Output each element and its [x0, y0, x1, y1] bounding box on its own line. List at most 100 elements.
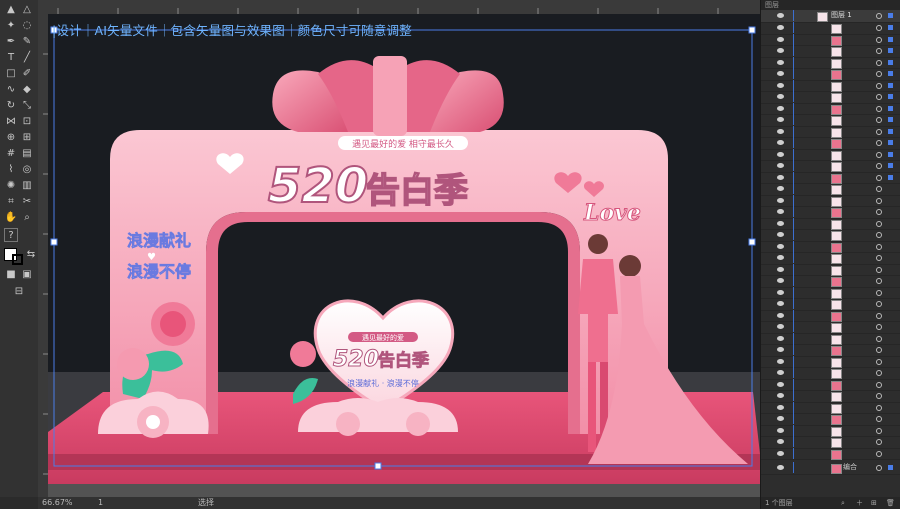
target-icon[interactable] — [876, 82, 882, 89]
target-icon[interactable] — [876, 427, 882, 434]
magic-wand-icon[interactable]: ✦ — [4, 19, 18, 33]
perspective-grid-icon[interactable]: ⊞ — [20, 131, 34, 145]
visibility-eye-icon[interactable] — [777, 358, 784, 364]
zoom-tool-icon[interactable]: ⌕ — [20, 211, 34, 225]
visibility-eye-icon[interactable] — [777, 370, 784, 375]
visibility-eye-icon[interactable] — [777, 404, 784, 410]
horizontal-ruler[interactable] — [38, 0, 760, 15]
visibility-eye-icon[interactable] — [777, 48, 784, 53]
visibility-eye-icon[interactable] — [777, 255, 784, 260]
visibility-eye-icon[interactable] — [777, 13, 784, 18]
target-icon[interactable] — [876, 416, 882, 422]
target-icon[interactable] — [876, 335, 882, 342]
search-icon[interactable]: ⌕ — [841, 497, 845, 509]
layer-row[interactable] — [761, 447, 900, 460]
visibility-eye-icon[interactable] — [777, 186, 784, 191]
target-icon[interactable] — [876, 105, 882, 112]
target-icon[interactable] — [876, 278, 882, 284]
group-label[interactable]: 编合 — [843, 462, 857, 473]
target-icon[interactable] — [876, 71, 882, 77]
target-icon[interactable] — [876, 381, 882, 388]
visibility-eye-icon[interactable] — [777, 59, 784, 65]
target-icon[interactable] — [876, 324, 882, 330]
target-icon[interactable] — [876, 232, 882, 238]
visibility-eye-icon[interactable] — [777, 427, 784, 433]
target-icon[interactable] — [876, 94, 882, 100]
add-sublayer-icon[interactable]: ⊞ — [871, 497, 877, 509]
visibility-eye-icon[interactable] — [777, 465, 784, 470]
visibility-eye-icon[interactable] — [777, 416, 784, 421]
target-icon[interactable] — [876, 163, 882, 169]
target-icon[interactable] — [876, 255, 882, 261]
selection-tool-icon[interactable]: ▲ — [4, 3, 18, 17]
hand-tool-icon[interactable]: ✋ — [4, 211, 18, 225]
color-mode-icon[interactable]: ■ — [4, 268, 18, 282]
layer-row-group[interactable]: 编合 — [761, 462, 900, 475]
mesh-tool-icon[interactable]: # — [4, 147, 18, 161]
visibility-eye-icon[interactable] — [777, 301, 784, 306]
visibility-eye-icon[interactable] — [777, 312, 784, 318]
slice-tool-icon[interactable]: ✂ — [20, 195, 34, 209]
visibility-eye-icon[interactable] — [777, 25, 784, 30]
swap-colors-icon[interactable]: ⇆ — [24, 248, 38, 262]
screen-mode-icon[interactable]: ⊟ — [12, 285, 26, 299]
target-icon[interactable] — [876, 197, 882, 204]
visibility-eye-icon[interactable] — [777, 381, 784, 387]
target-icon[interactable] — [876, 393, 882, 399]
target-icon[interactable] — [876, 36, 882, 43]
scale-tool-icon[interactable]: ⤡ — [20, 99, 34, 113]
target-icon[interactable] — [876, 151, 882, 158]
edit-toolbar-icon[interactable]: ? — [4, 228, 18, 242]
visibility-eye-icon[interactable] — [777, 243, 784, 249]
new-layer-icon[interactable]: ＋ — [856, 497, 863, 509]
target-icon[interactable] — [876, 140, 882, 146]
visibility-eye-icon[interactable] — [777, 105, 784, 111]
direct-selection-tool-icon[interactable]: △ — [20, 3, 34, 17]
artboard-tool-icon[interactable]: ⌗ — [4, 195, 18, 209]
trash-icon[interactable]: 🗑 — [886, 497, 895, 509]
eraser-tool-icon[interactable]: ◆ — [20, 83, 34, 97]
stroke-swatch[interactable] — [12, 254, 23, 265]
visibility-eye-icon[interactable] — [777, 140, 784, 145]
eyedropper-tool-icon[interactable]: ⌇ — [4, 163, 18, 177]
line-tool-icon[interactable]: ╱ — [20, 51, 34, 65]
visibility-eye-icon[interactable] — [777, 347, 784, 352]
layers-tab[interactable]: 图层 — [761, 0, 900, 10]
symbol-sprayer-icon[interactable]: ✺ — [4, 179, 18, 193]
visibility-eye-icon[interactable] — [777, 94, 784, 99]
visibility-eye-icon[interactable] — [777, 128, 784, 134]
top-layer-name[interactable]: 图层 1 — [831, 10, 852, 21]
zoom-level[interactable]: 66.67% — [42, 497, 73, 509]
target-icon[interactable] — [876, 117, 882, 123]
gradient-mode-icon[interactable]: ▣ — [20, 268, 34, 282]
target-icon[interactable] — [876, 220, 882, 227]
visibility-eye-icon[interactable] — [777, 163, 784, 168]
canvas-area[interactable]: 520 告白季 遇见最好的爱 相守最长久 浪漫献礼 ♥ 浪漫不停 Love 遇见… — [48, 14, 760, 497]
free-transform-icon[interactable]: ⊡ — [20, 115, 34, 129]
visibility-eye-icon[interactable] — [777, 82, 784, 88]
paintbrush-tool-icon[interactable]: ✐ — [20, 67, 34, 81]
target-icon[interactable] — [876, 450, 882, 457]
gradient-tool-icon[interactable]: ▤ — [20, 147, 34, 161]
target-icon[interactable] — [876, 243, 882, 250]
visibility-eye-icon[interactable] — [777, 197, 784, 203]
visibility-eye-icon[interactable] — [777, 117, 784, 122]
target-icon[interactable] — [876, 13, 882, 19]
visibility-eye-icon[interactable] — [777, 335, 784, 341]
target-icon[interactable] — [876, 266, 882, 273]
visibility-eye-icon[interactable] — [777, 439, 784, 444]
visibility-eye-icon[interactable] — [777, 289, 784, 295]
target-icon[interactable] — [876, 312, 882, 319]
artboard-navigator[interactable]: 1 — [98, 497, 103, 509]
visibility-eye-icon[interactable] — [777, 324, 784, 329]
shape-builder-icon[interactable]: ⊕ — [4, 131, 18, 145]
visibility-eye-icon[interactable] — [777, 151, 784, 157]
visibility-eye-icon[interactable] — [777, 450, 784, 456]
target-icon[interactable] — [876, 404, 882, 411]
width-tool-icon[interactable]: ⋈ — [4, 115, 18, 129]
visibility-eye-icon[interactable] — [777, 266, 784, 272]
pen-tool-icon[interactable]: ✒ — [4, 35, 18, 49]
rectangle-tool-icon[interactable]: □ — [4, 67, 18, 81]
target-icon[interactable] — [876, 186, 882, 192]
target-icon[interactable] — [876, 128, 882, 135]
